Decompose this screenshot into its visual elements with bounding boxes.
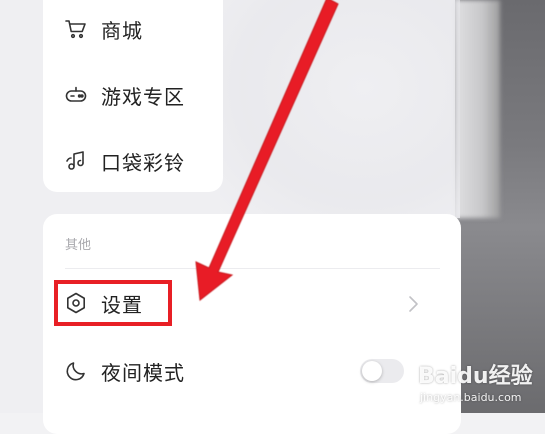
menu-item-game-zone[interactable]: 游戏专区 [63,75,185,115]
menu-item-game-zone-label: 游戏专区 [101,84,185,109]
background-blur [220,0,460,218]
chevron-right-icon [409,296,418,312]
watermark-main: Baidu经验 [418,364,533,389]
menu-item-ringtone-label: 口袋彩铃 [101,150,185,175]
menu-item-shop[interactable]: 商城 [63,9,143,49]
night-mode-toggle[interactable] [360,359,404,383]
gamepad-icon [63,82,89,108]
menu-item-night-mode-label: 夜间模式 [101,360,185,385]
menu-item-night-mode: 夜间模式 [63,351,185,391]
annotation-highlight-box [54,280,172,326]
watermark: Baidu经验 jingyan.baidu.com [418,358,540,408]
section-title-other: 其他 [65,238,92,253]
toggle-knob [362,361,382,381]
cart-icon [63,16,89,42]
background-blur-panel [455,0,500,218]
menu-item-shop-label: 商城 [101,18,143,43]
watermark-sub: jingyan.baidu.com [420,391,522,404]
music-note-icon [63,148,89,174]
moon-icon [63,358,89,384]
section-divider [65,268,440,269]
menu-item-ringtone[interactable]: 口袋彩铃 [63,141,185,181]
